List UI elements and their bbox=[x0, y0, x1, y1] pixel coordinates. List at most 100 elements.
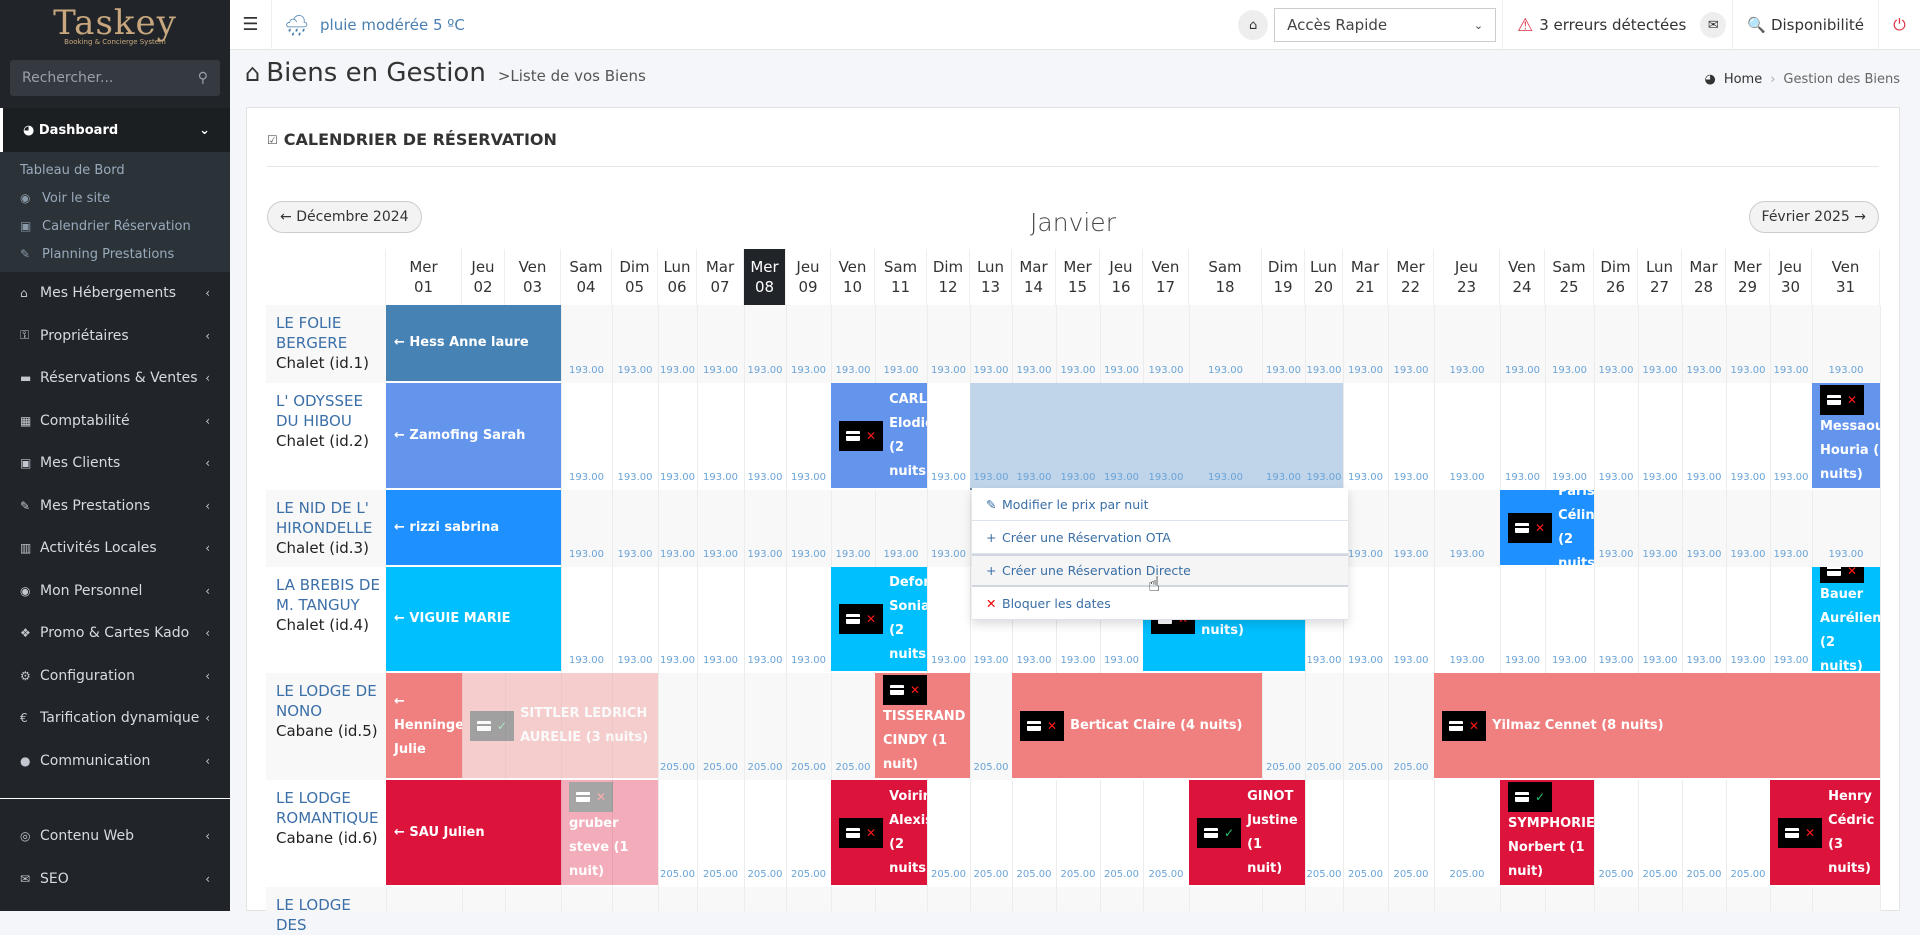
night-price-cell[interactable]: 205.00 bbox=[1682, 869, 1726, 880]
property-name-link[interactable]: LE LODGE ROMANTIQUE bbox=[276, 788, 381, 828]
night-price-cell[interactable]: 193.00 bbox=[612, 472, 658, 483]
night-price-cell[interactable]: 193.00 bbox=[1388, 655, 1434, 666]
night-price-cell[interactable]: 193.00 bbox=[1262, 472, 1305, 483]
sidebar-item-mes-prestations[interactable]: ✎ Mes Prestations ‹ bbox=[0, 485, 230, 528]
sidebar-subitem-voir-le-site[interactable]: ◉ Voir le site bbox=[0, 184, 230, 212]
reservation-block[interactable]: ✓ GINOT Justine (1 nuit) bbox=[1189, 780, 1305, 887]
night-price-cell[interactable]: 205.00 bbox=[786, 869, 831, 880]
night-price-cell[interactable]: 193.00 bbox=[786, 549, 831, 560]
night-price-cell[interactable]: 193.00 bbox=[1100, 472, 1143, 483]
night-price-cell[interactable]: 193.00 bbox=[561, 549, 612, 560]
night-price-cell[interactable]: 193.00 bbox=[1500, 655, 1545, 666]
reservation-block[interactable]: ✕ CARLOT Elodie (2 nuits) bbox=[831, 383, 927, 490]
sidebar-subitem-planning[interactable]: ✎ Planning Prestations bbox=[0, 240, 230, 268]
night-price-cell[interactable]: 193.00 bbox=[1682, 365, 1726, 376]
night-price-cell[interactable]: 193.00 bbox=[1726, 365, 1770, 376]
night-price-cell[interactable]: 193.00 bbox=[1812, 365, 1880, 376]
sidebar-item-comptabilit-[interactable]: ▦ Comptabilité ‹ bbox=[0, 400, 230, 443]
sidebar-item-r-servations-ventes[interactable]: ▬ Réservations & Ventes ‹ bbox=[0, 357, 230, 400]
night-price-cell[interactable]: 193.00 bbox=[658, 549, 697, 560]
home-icon[interactable]: ⌂ bbox=[1238, 10, 1269, 40]
night-price-cell[interactable]: 193.00 bbox=[1388, 472, 1434, 483]
night-price-cell[interactable]: 205.00 bbox=[1388, 762, 1434, 773]
night-price-cell[interactable]: 193.00 bbox=[1500, 472, 1545, 483]
night-price-cell[interactable]: 193.00 bbox=[786, 472, 831, 483]
sidebar-item-mes-h-bergements[interactable]: ⌂ Mes Hébergements ‹ bbox=[0, 272, 230, 315]
night-price-cell[interactable]: 193.00 bbox=[1343, 472, 1388, 483]
night-price-cell[interactable]: 193.00 bbox=[1056, 365, 1100, 376]
night-price-cell[interactable]: 193.00 bbox=[1143, 365, 1189, 376]
reservation-block[interactable]: ← Hess Anne laure bbox=[386, 305, 561, 383]
night-price-cell[interactable]: 193.00 bbox=[1305, 472, 1343, 483]
night-price-cell[interactable]: 193.00 bbox=[612, 549, 658, 560]
reservation-block[interactable]: ✕ Deforet Sonia (2 nuits) bbox=[831, 567, 927, 673]
night-price-cell[interactable]: 193.00 bbox=[658, 472, 697, 483]
errors-indicator[interactable]: ⚠ 3 erreurs détectées bbox=[1502, 0, 1700, 50]
property-name-link[interactable]: LA BREBIS DE M. TANGUY bbox=[276, 575, 381, 615]
night-price-cell[interactable]: 193.00 bbox=[927, 549, 970, 560]
sidebar-item-propri-taires[interactable]: ⚿ Propriétaires ‹ bbox=[0, 315, 230, 358]
sidebar-item-communication[interactable]: ● Communication ‹ bbox=[0, 740, 230, 783]
night-price-cell[interactable]: 193.00 bbox=[1638, 655, 1682, 666]
sidebar-item-mes-clients[interactable]: ▣ Mes Clients ‹ bbox=[0, 442, 230, 485]
night-price-cell[interactable]: 193.00 bbox=[1343, 549, 1388, 560]
reservation-block[interactable]: ✕ Pariset Céline (2 nuits) bbox=[1500, 490, 1594, 567]
sidebar-item-contenu-web[interactable]: ◎ Contenu Web ‹ bbox=[0, 815, 230, 858]
property-name-link[interactable]: L' ODYSSEE DU HIBOU bbox=[276, 391, 381, 431]
sidebar-subitem-calendrier[interactable]: ▣ Calendrier Réservation bbox=[0, 212, 230, 240]
night-price-cell[interactable]: 193.00 bbox=[1594, 365, 1638, 376]
night-price-cell[interactable]: 193.00 bbox=[658, 365, 697, 376]
property-name-link[interactable]: LE LODGE DES bbox=[276, 895, 381, 935]
night-price-cell[interactable]: 193.00 bbox=[786, 655, 831, 666]
night-price-cell[interactable]: 193.00 bbox=[927, 655, 970, 666]
night-price-cell[interactable]: 193.00 bbox=[970, 365, 1012, 376]
sidebar-item-activit-s-locales[interactable]: ▥ Activités Locales ‹ bbox=[0, 527, 230, 570]
night-price-cell[interactable]: 205.00 bbox=[1434, 869, 1500, 880]
night-price-cell[interactable]: 193.00 bbox=[1056, 472, 1100, 483]
night-price-cell[interactable]: 193.00 bbox=[744, 472, 786, 483]
night-price-cell[interactable]: 205.00 bbox=[1100, 869, 1143, 880]
night-price-cell[interactable]: 193.00 bbox=[697, 365, 744, 376]
night-price-cell[interactable]: 193.00 bbox=[875, 365, 927, 376]
property-name-link[interactable]: LE LODGE DE NONO bbox=[276, 681, 381, 721]
night-price-cell[interactable]: 193.00 bbox=[1770, 549, 1812, 560]
messages-icon[interactable]: ✉ bbox=[1700, 12, 1727, 38]
sidebar-item-promo-cartes-kado[interactable]: ❖ Promo & Cartes Kado ‹ bbox=[0, 612, 230, 655]
night-price-cell[interactable]: 193.00 bbox=[744, 655, 786, 666]
night-price-cell[interactable]: 193.00 bbox=[1189, 472, 1262, 483]
night-price-cell[interactable]: 205.00 bbox=[1262, 762, 1305, 773]
night-price-cell[interactable]: 193.00 bbox=[1143, 472, 1189, 483]
reservation-block[interactable]: ← Henninger Julie bbox=[386, 673, 462, 780]
reservation-block[interactable]: ✕ Voirin Alexis (2 nuits) bbox=[831, 780, 927, 887]
night-price-cell[interactable]: 193.00 bbox=[1100, 365, 1143, 376]
night-price-cell[interactable]: 193.00 bbox=[1189, 365, 1262, 376]
night-price-cell[interactable]: 193.00 bbox=[1682, 549, 1726, 560]
search-icon[interactable]: ⚲ bbox=[198, 70, 208, 86]
night-price-cell[interactable]: 193.00 bbox=[1726, 472, 1770, 483]
night-price-cell[interactable]: 193.00 bbox=[1056, 655, 1100, 666]
night-price-cell[interactable]: 193.00 bbox=[927, 472, 970, 483]
night-price-cell[interactable]: 193.00 bbox=[561, 365, 612, 376]
night-price-cell[interactable]: 193.00 bbox=[1388, 365, 1434, 376]
night-price-cell[interactable]: 205.00 bbox=[1343, 869, 1388, 880]
reservation-block[interactable]: ✕ Bauer Aurélien (2 nuits) bbox=[1812, 567, 1880, 673]
night-price-cell[interactable]: 205.00 bbox=[1012, 869, 1056, 880]
night-price-cell[interactable]: 193.00 bbox=[1305, 365, 1343, 376]
night-price-cell[interactable]: 205.00 bbox=[697, 869, 744, 880]
reservation-block[interactable]: ← VIGUIE MARIE bbox=[386, 567, 561, 673]
night-price-cell[interactable]: 193.00 bbox=[1594, 549, 1638, 560]
night-price-cell[interactable]: 205.00 bbox=[1056, 869, 1100, 880]
night-price-cell[interactable]: 193.00 bbox=[697, 655, 744, 666]
night-price-cell[interactable]: 193.00 bbox=[697, 472, 744, 483]
night-price-cell[interactable]: 193.00 bbox=[1500, 365, 1545, 376]
night-price-cell[interactable]: 193.00 bbox=[927, 365, 970, 376]
next-month-button[interactable]: Février 2025 → bbox=[1748, 201, 1879, 233]
night-price-cell[interactable]: 193.00 bbox=[1305, 655, 1343, 666]
night-price-cell[interactable]: 193.00 bbox=[1343, 655, 1388, 666]
night-price-cell[interactable]: 193.00 bbox=[970, 655, 1012, 666]
night-price-cell[interactable]: 193.00 bbox=[1343, 365, 1388, 376]
context-menu-item-modifier-le-prix-par-nuit[interactable]: ✎ Modifier le prix par nuit bbox=[972, 488, 1348, 521]
reservation-block[interactable]: ← rizzi sabrina bbox=[386, 490, 561, 567]
night-price-cell[interactable]: 193.00 bbox=[658, 655, 697, 666]
night-price-cell[interactable]: 193.00 bbox=[875, 549, 927, 560]
